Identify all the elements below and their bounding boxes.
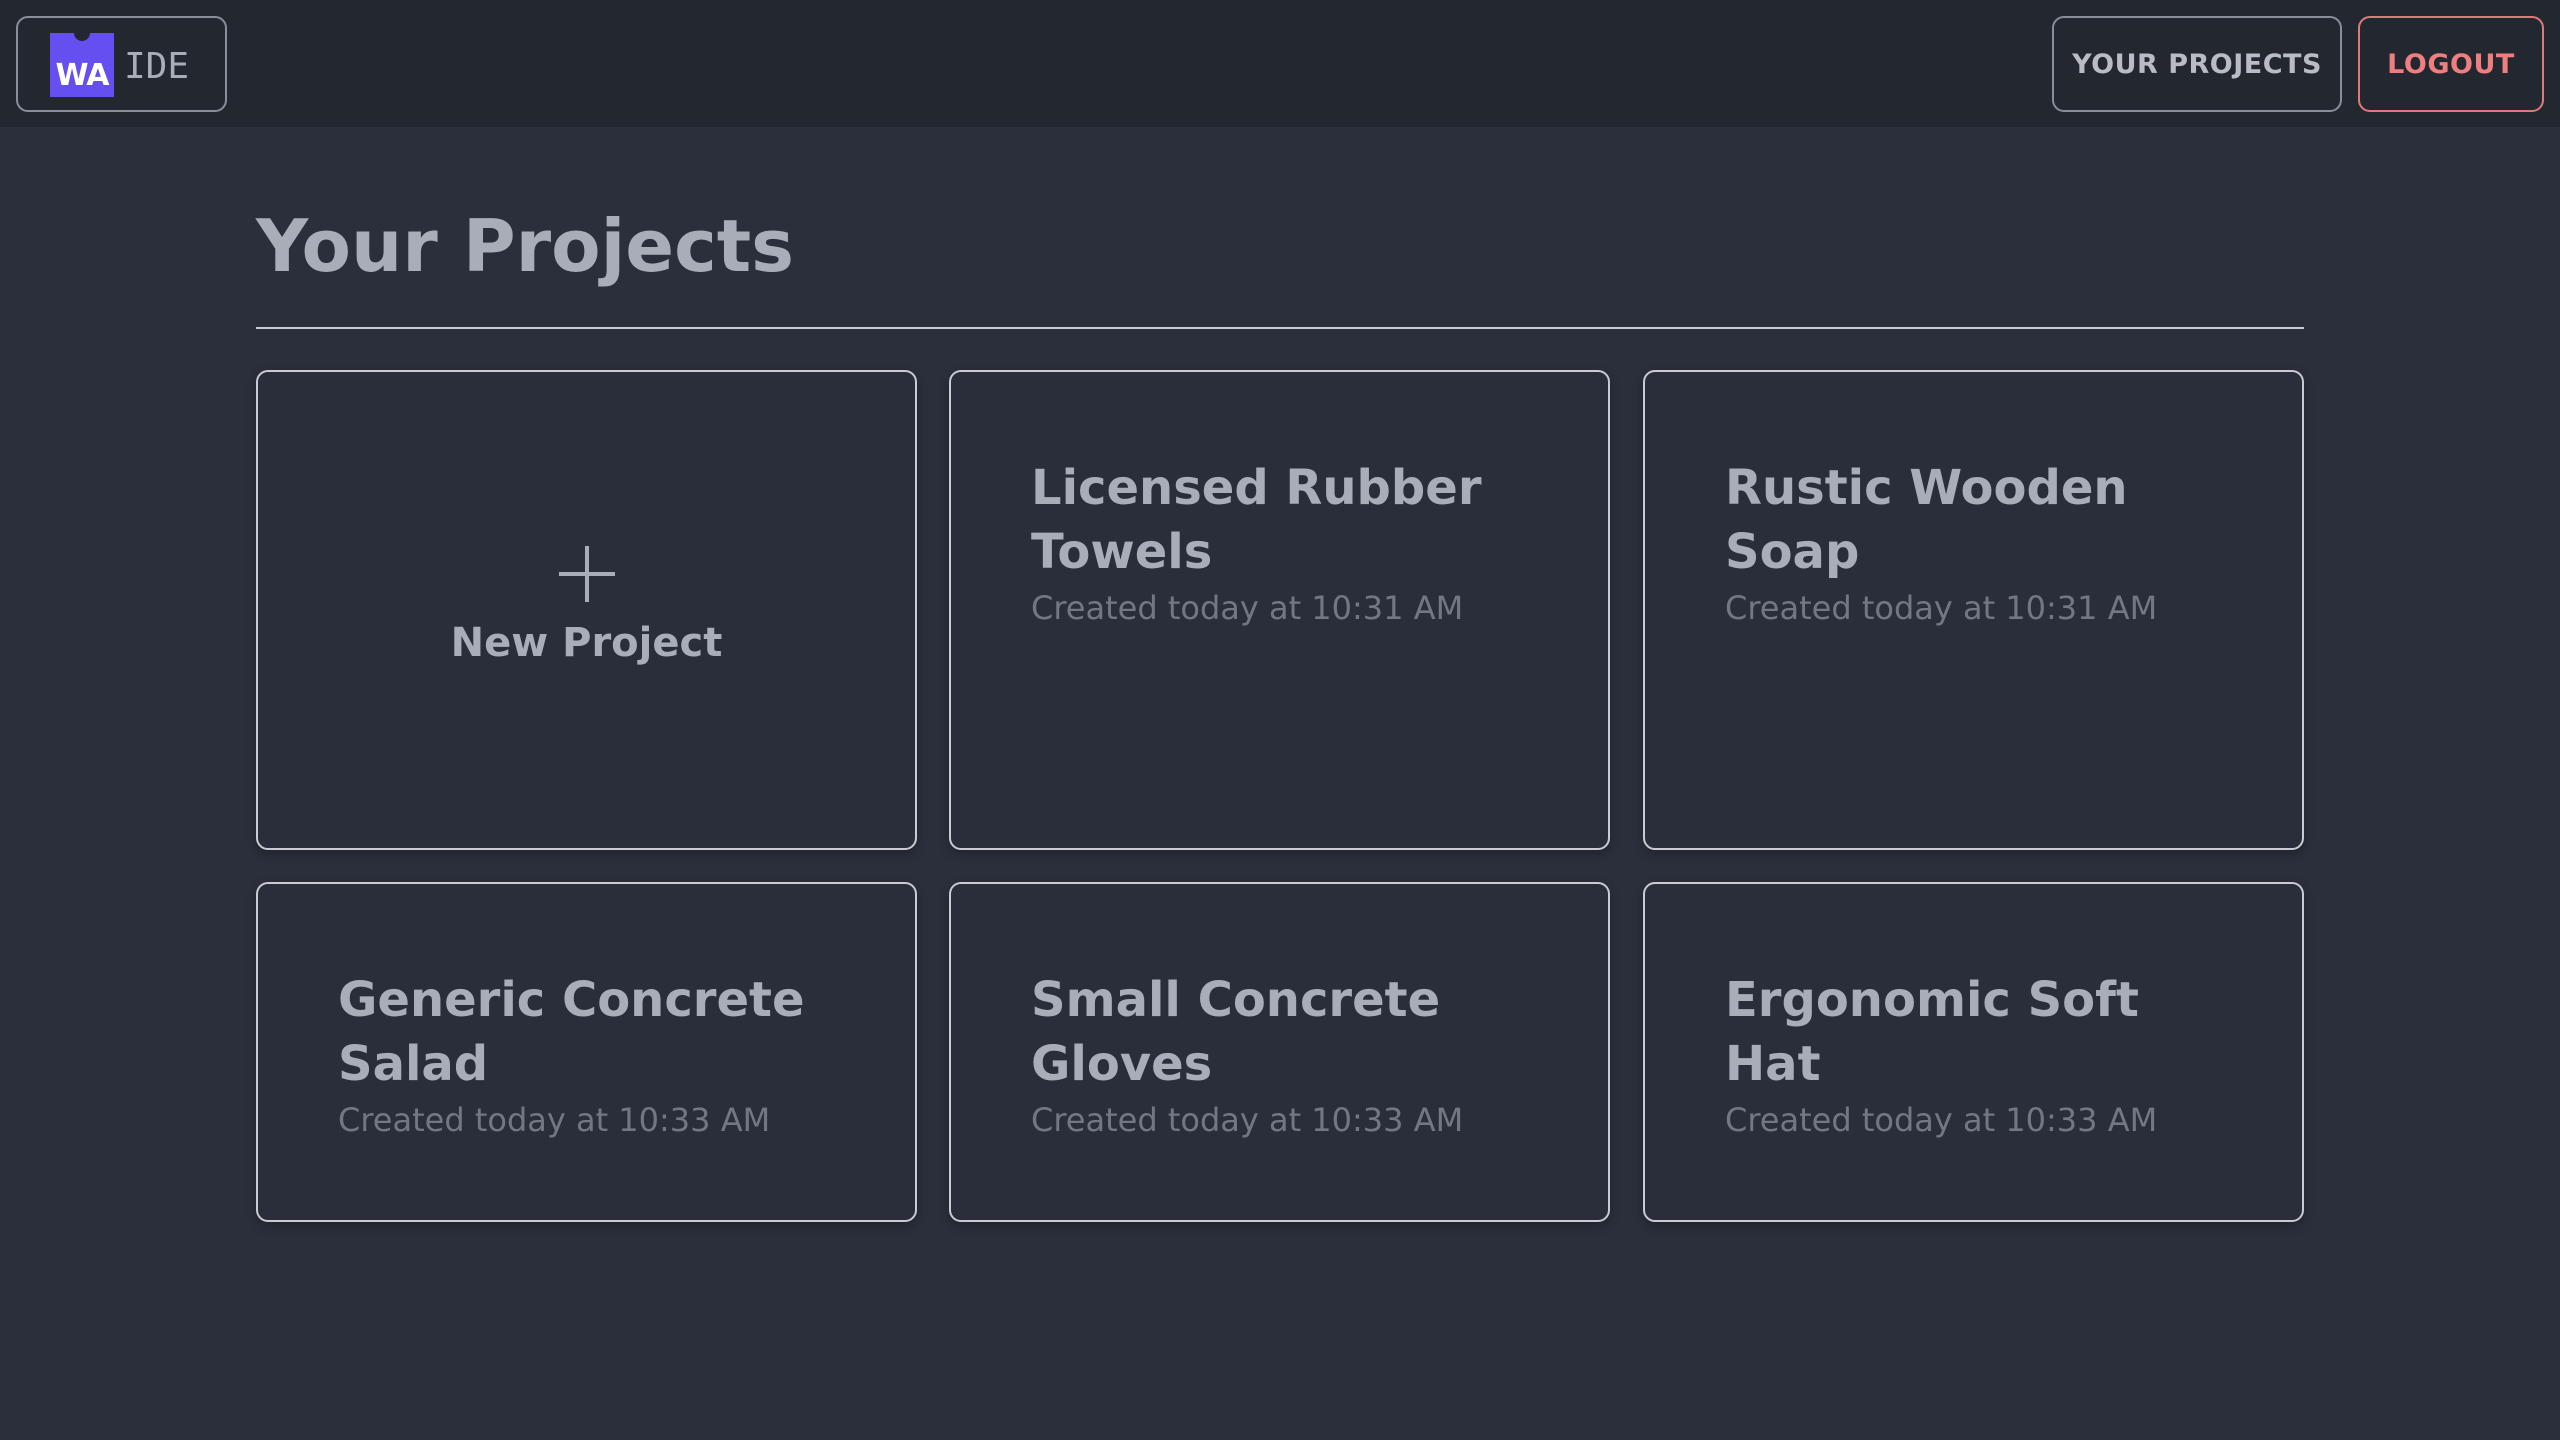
wasm-logo-icon: WA [50, 25, 114, 97]
project-created-date: Created today at 10:33 AM [338, 1101, 771, 1139]
project-created-date: Created today at 10:33 AM [1725, 1101, 2158, 1139]
project-card[interactable]: Licensed Rubber Towels Created today at … [949, 370, 1610, 850]
project-name: Rustic Wooden Soap [1725, 460, 2128, 580]
project-card[interactable]: Generic Concrete Salad Created today at … [256, 882, 917, 1222]
project-card[interactable]: Ergonomic Soft Hat Created today at 10:3… [1643, 882, 2304, 1222]
new-project-card[interactable]: New Project [256, 370, 917, 850]
new-project-label: New Project [450, 620, 723, 666]
project-name: Generic Concrete Salad [338, 972, 805, 1092]
project-created-date: Created today at 10:31 AM [1031, 589, 1464, 627]
project-name: Small Concrete Gloves [1031, 972, 1441, 1092]
project-name: Licensed Rubber Towels [1031, 460, 1482, 580]
project-name: Ergonomic Soft Hat [1725, 972, 2139, 1092]
project-card[interactable]: Small Concrete Gloves Created today at 1… [949, 882, 1610, 1222]
page-title: Your Projects [256, 204, 795, 288]
logo-mark-text: WA [55, 58, 110, 93]
title-divider [256, 327, 2304, 329]
project-created-date: Created today at 10:31 AM [1725, 589, 2158, 627]
your-projects-button[interactable]: YOUR PROJECTS [2052, 16, 2342, 112]
logout-button[interactable]: LOGOUT [2358, 16, 2544, 112]
logo-notch [74, 25, 90, 41]
home-logo-link[interactable]: WA IDE [16, 16, 227, 112]
project-card[interactable]: Rustic Wooden Soap Created today at 10:3… [1643, 370, 2304, 850]
top-bar: WA IDE YOUR PROJECTS LOGOUT [0, 0, 2560, 127]
plus-icon [258, 542, 915, 612]
logo-text: IDE [124, 46, 190, 87]
project-created-date: Created today at 10:33 AM [1031, 1101, 1464, 1139]
